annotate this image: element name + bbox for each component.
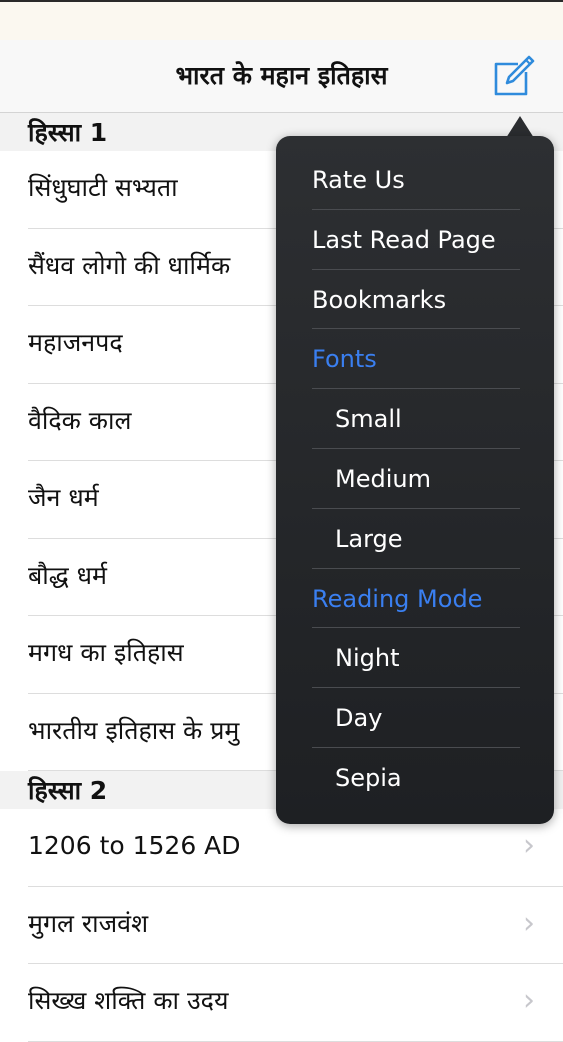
menu-item-rate-us[interactable]: Rate Us [312,150,520,210]
menu-item-font-medium[interactable]: Medium [312,449,520,509]
list-item-label: मगध का इतिहास [28,638,184,667]
list-item-label: सिंधुघाटी सभ्यता [28,173,178,202]
menu-item-font-small[interactable]: Small [312,389,520,449]
navigation-bar: भारत के महान इतिहास [0,40,563,113]
chevron-right-icon: › [523,983,535,1018]
status-bar-edge [0,0,563,2]
menu-item-mode-day[interactable]: Day [312,688,520,748]
options-menu: Rate Us Last Read Page Bookmarks Fonts S… [312,150,520,808]
list-item[interactable]: मुगल राजवंश › [0,886,563,964]
list-item-label: मुगल राजवंश [28,908,149,938]
compose-button[interactable] [488,52,540,100]
list-item-label: बौद्ध धर्म [28,560,107,590]
chevron-right-icon: › [523,905,535,941]
page-title: भारत के महान इतिहास [175,61,388,90]
list-item[interactable]: सिख्ख शक्ति का उदय › [0,964,563,1042]
list-item-label: सैंधव लोगो की धार्मिक [28,250,231,280]
menu-header-reading-mode: Reading Mode [312,569,520,629]
options-popover: Rate Us Last Read Page Bookmarks Fonts S… [276,136,554,824]
list-item-label: सिख्ख शक्ति का उदय [28,986,229,1015]
list-item-label: 1206 to 1526 AD [28,831,241,860]
menu-item-bookmarks[interactable]: Bookmarks [312,270,520,330]
menu-header-fonts: Fonts [312,329,520,390]
status-bar [0,0,563,40]
list-item-label: जैन धर्म [28,483,99,512]
list-item-label: वैदिक काल [28,405,132,435]
popover-arrow [506,116,534,138]
compose-icon [494,55,535,96]
list-item-label: महाजनपद [28,328,123,357]
menu-item-last-read-page[interactable]: Last Read Page [312,210,520,270]
menu-item-mode-sepia[interactable]: Sepia [312,748,520,808]
menu-item-mode-night[interactable]: Night [312,628,520,689]
list-item-label: भारतीय इतिहास के प्रमु [28,715,240,745]
menu-item-font-large[interactable]: Large [312,509,520,569]
